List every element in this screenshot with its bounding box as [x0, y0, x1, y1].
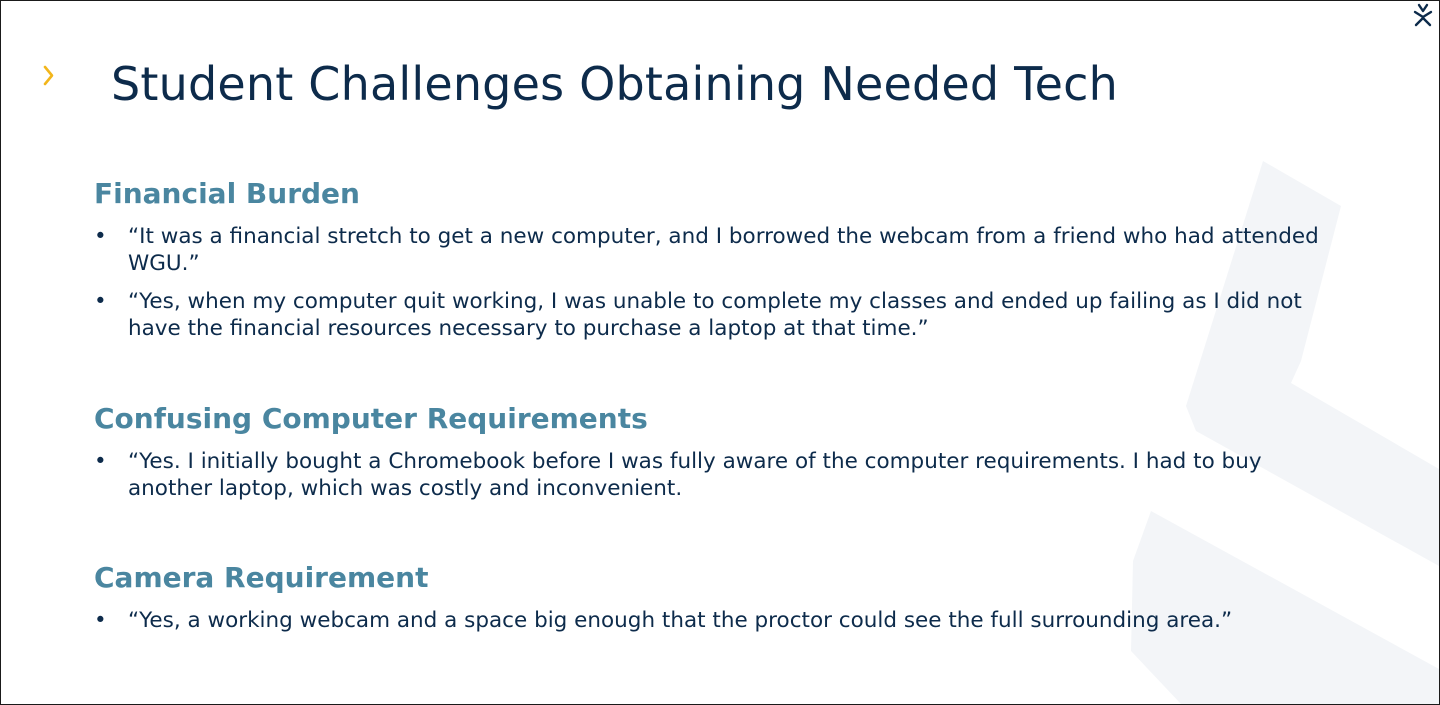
- bullet-list: • “Yes. I initially bought a Chromebook …: [94, 449, 1334, 502]
- bullet-glyph: •: [94, 449, 107, 474]
- chevron-right-icon: [43, 65, 54, 86]
- bullet-text: “Yes, a working webcam and a space big e…: [128, 608, 1233, 633]
- bullet-item: • “Yes, when my computer quit working, I…: [94, 289, 1334, 342]
- section-confusing-computer-requirements: Confusing Computer Requirements • “Yes. …: [94, 402, 1334, 502]
- section-heading: Financial Burden: [94, 177, 360, 210]
- bullet-text: “Yes. I initially bought a Chromebook be…: [128, 449, 1262, 501]
- section-heading: Camera Requirement: [94, 561, 429, 594]
- bullet-text: “Yes, when my computer quit working, I w…: [128, 289, 1302, 341]
- bullet-list: • “Yes, a working webcam and a space big…: [94, 608, 1334, 635]
- bullet-list: • “It was a financial stretch to get a n…: [94, 224, 1334, 342]
- bullet-glyph: •: [94, 289, 107, 314]
- bullet-item: • “It was a financial stretch to get a n…: [94, 224, 1334, 277]
- slide: Student Challenges Obtaining Needed Tech…: [0, 0, 1440, 705]
- bullet-glyph: •: [94, 224, 107, 249]
- bullet-item: • “Yes, a working webcam and a space big…: [94, 608, 1334, 635]
- brand-logo-icon: [1413, 3, 1433, 27]
- section-financial-burden: Financial Burden • “It was a financial s…: [94, 177, 1334, 342]
- bullet-glyph: •: [94, 608, 107, 633]
- slide-title: Student Challenges Obtaining Needed Tech: [111, 57, 1118, 111]
- section-heading: Confusing Computer Requirements: [94, 402, 648, 435]
- bullet-item: • “Yes. I initially bought a Chromebook …: [94, 449, 1334, 502]
- section-camera-requirement: Camera Requirement • “Yes, a working web…: [94, 561, 1334, 635]
- bullet-text: “It was a financial stretch to get a new…: [128, 224, 1319, 276]
